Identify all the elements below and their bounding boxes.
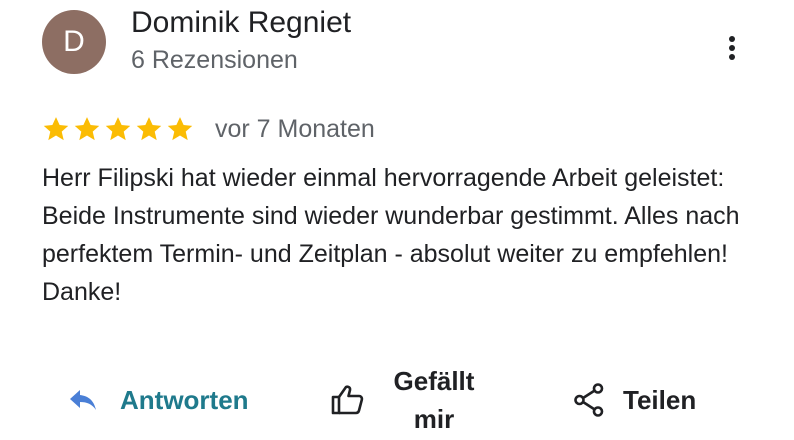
like-button[interactable]: Gefällt mir (330, 362, 484, 438)
star-icon (105, 117, 131, 141)
author-review-count: 6 Rezensionen (131, 46, 298, 74)
rating-row: vor 7 Monaten (42, 112, 375, 146)
thumb-up-icon (331, 385, 364, 415)
review-card: D Dominik Regniet 6 Rezensionen vor 7 Mo… (0, 0, 794, 440)
star-icon (43, 117, 69, 141)
avatar-initial: D (63, 25, 85, 58)
reply-label: Antworten (120, 384, 249, 415)
avatar[interactable]: D (42, 10, 106, 74)
share-button[interactable]: Teilen (573, 380, 696, 420)
star-icon (74, 117, 100, 141)
share-icon (574, 383, 604, 417)
star-icon (136, 117, 162, 141)
share-label: Teilen (623, 384, 697, 415)
more-vert-icon (729, 36, 735, 60)
reply-button[interactable]: Antworten (68, 380, 249, 420)
star-rating (42, 115, 194, 143)
more-options-button[interactable] (716, 30, 748, 66)
like-label: Gefällt mir (393, 366, 475, 434)
star-icon (167, 117, 193, 141)
reply-icon (70, 390, 96, 410)
review-time: vor 7 Monaten (215, 114, 375, 143)
author-name[interactable]: Dominik Regniet (131, 6, 351, 40)
review-text: Herr Filipski hat wieder einmal hervorra… (42, 164, 740, 306)
